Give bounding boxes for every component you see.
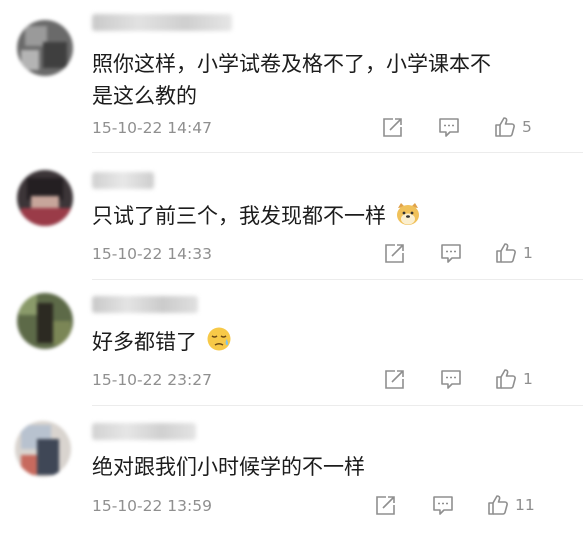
avatar[interactable] [17, 293, 73, 349]
reply-icon [441, 370, 461, 389]
reply-button[interactable] [438, 117, 460, 138]
reply-icon [433, 496, 453, 515]
share-button[interactable] [375, 495, 396, 516]
thumbs-up-icon [488, 495, 508, 515]
reply-icon [441, 244, 461, 263]
like-button[interactable]: 1 [495, 368, 533, 390]
divider [92, 279, 583, 280]
reply-button[interactable] [440, 369, 462, 390]
avatar[interactable] [17, 20, 73, 76]
comment-timestamp: 15-10-22 23:27 [92, 371, 212, 389]
share-icon [383, 118, 402, 137]
username-blurred[interactable] [92, 423, 196, 440]
divider [92, 152, 583, 153]
comment-timestamp: 15-10-22 14:33 [92, 245, 212, 263]
comment-text: 绝对跟我们小时候学的不一样 [92, 451, 532, 483]
thumbs-up-icon [496, 369, 516, 389]
like-button[interactable]: 11 [487, 494, 535, 516]
reply-button[interactable] [440, 243, 462, 264]
thumbs-up-icon [495, 117, 515, 137]
comment-text-line: 只试了前三个，我发现都不一样 [92, 204, 386, 228]
like-button[interactable]: 5 [494, 116, 532, 138]
share-button[interactable] [384, 243, 405, 264]
sad-sweat-emoji [207, 327, 231, 351]
comment-timestamp: 15-10-22 13:59 [92, 497, 212, 515]
username-blurred[interactable] [92, 14, 232, 31]
like-count: 5 [522, 118, 532, 136]
like-count: 11 [515, 496, 535, 514]
like-count: 1 [523, 244, 533, 262]
comment-text-line: 好多都错了 [92, 330, 197, 354]
comment-timestamp: 15-10-22 14:47 [92, 119, 212, 137]
doge-emoji [396, 203, 419, 225]
share-button[interactable] [384, 369, 405, 390]
username-blurred[interactable] [92, 172, 154, 189]
comment-text: 只试了前三个，我发现都不一样 [92, 200, 532, 232]
share-button[interactable] [382, 117, 403, 138]
share-icon [385, 244, 404, 263]
username-blurred[interactable] [92, 296, 198, 313]
thumbs-up-icon [496, 243, 516, 263]
like-button[interactable]: 1 [495, 242, 533, 264]
comment-text: 照你这样，小学试卷及格不了，小学课本不 是这么教的 [92, 48, 532, 112]
comment-text-line: 是这么教的 [92, 84, 197, 108]
avatar[interactable] [17, 170, 73, 226]
like-count: 1 [523, 370, 533, 388]
share-icon [385, 370, 404, 389]
share-icon [376, 496, 395, 515]
reply-icon [439, 118, 459, 137]
reply-button[interactable] [432, 495, 454, 516]
comment-text-line: 绝对跟我们小时候学的不一样 [92, 455, 365, 479]
avatar[interactable] [15, 421, 71, 477]
comment-text-line: 照你这样，小学试卷及格不了，小学课本不 [92, 52, 491, 76]
comment-text: 好多都错了 [92, 326, 532, 358]
divider [92, 405, 583, 406]
